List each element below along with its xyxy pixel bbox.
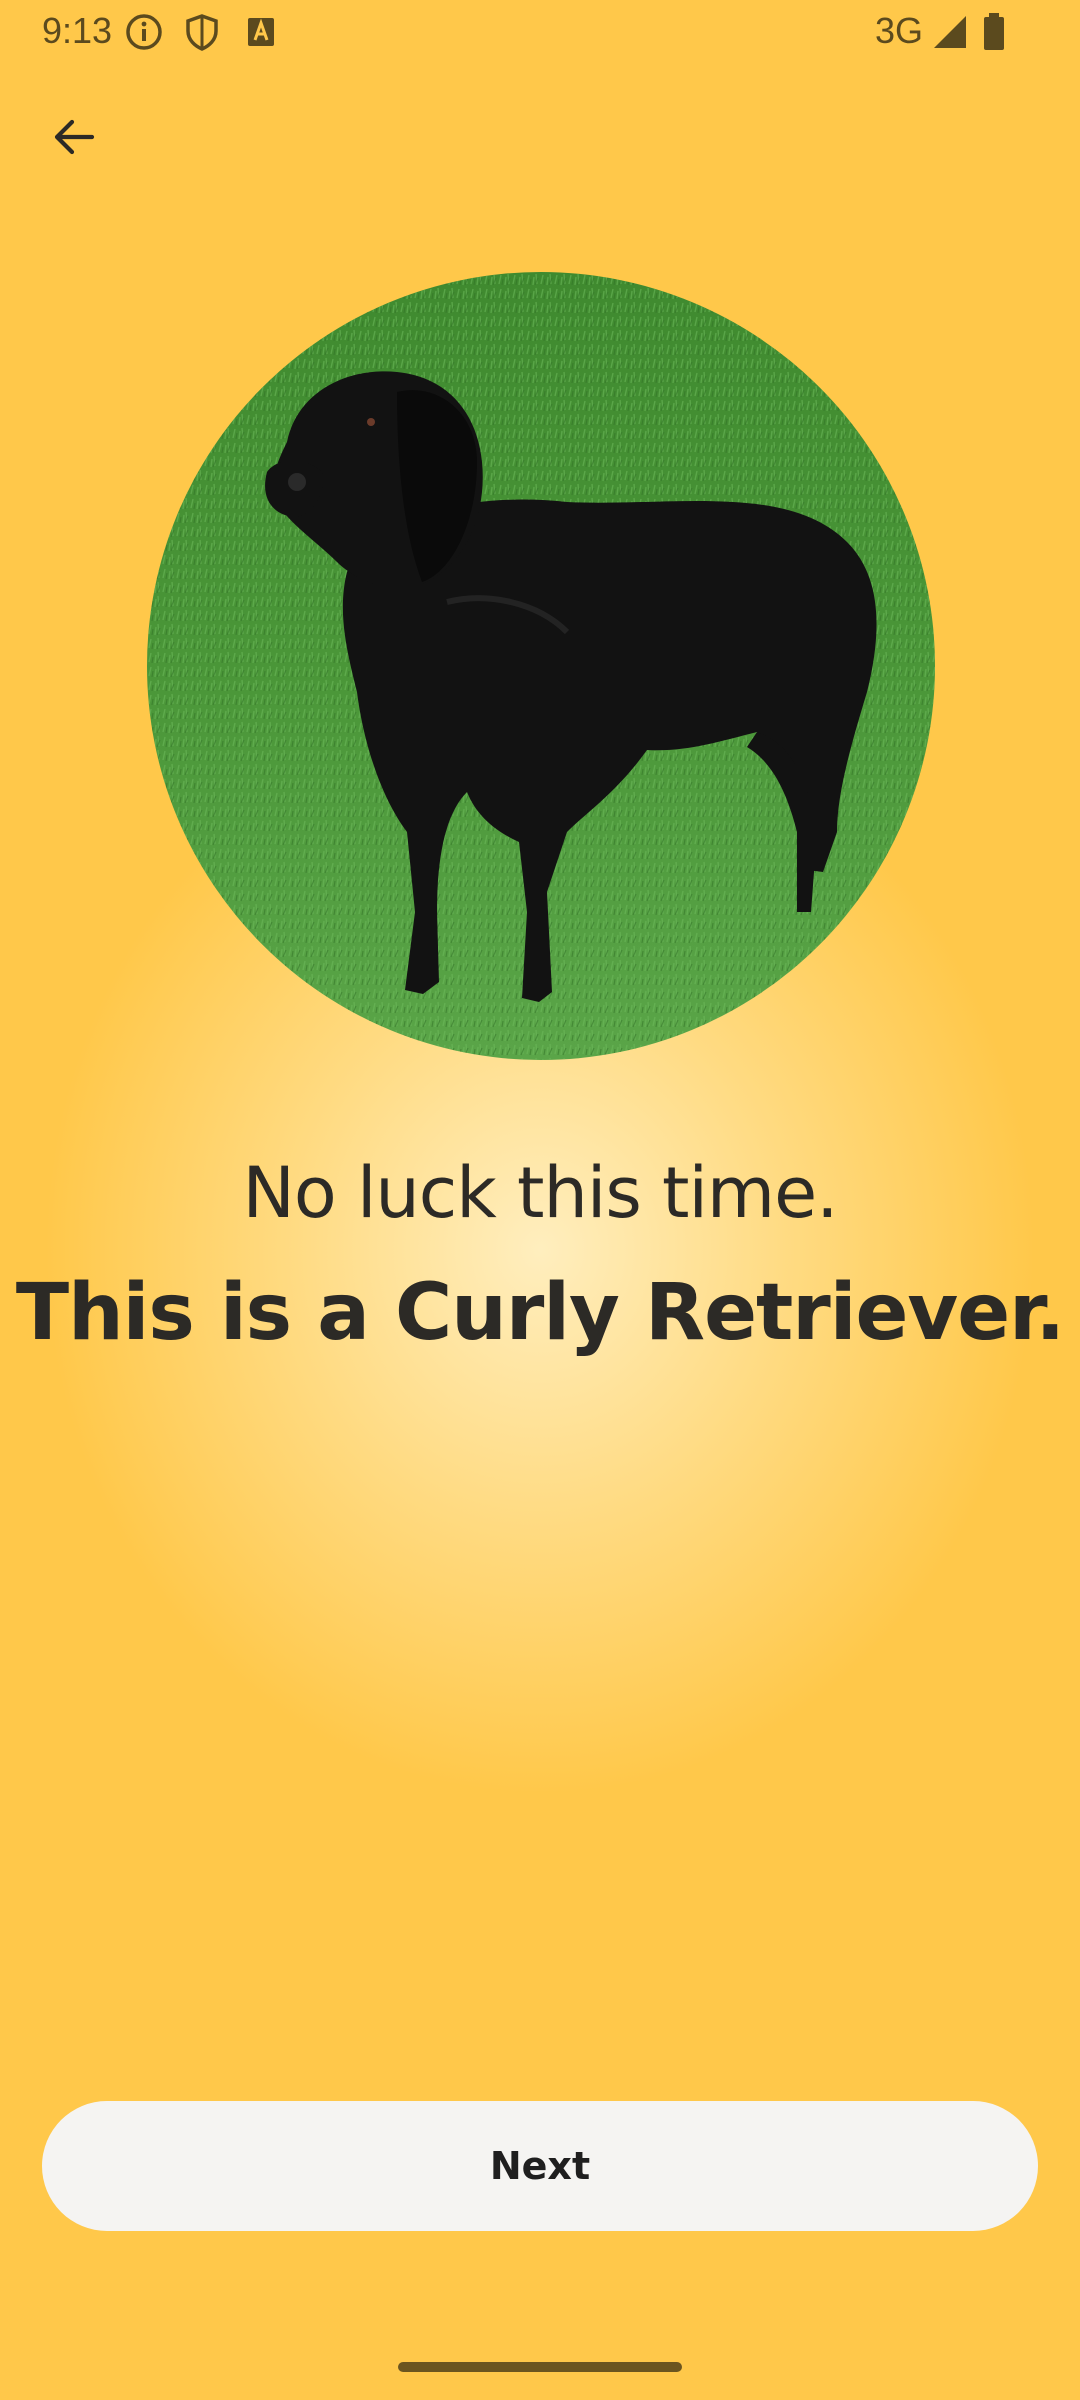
back-button[interactable] [30, 95, 118, 183]
shield-icon [182, 12, 222, 57]
dog-photo [147, 272, 935, 1060]
signal-icon [932, 12, 968, 57]
status-bar: 9:13 3G [0, 0, 1080, 64]
network-type: 3G [875, 10, 924, 51]
result-message: No luck this time. [242, 1152, 839, 1234]
home-indicator[interactable] [398, 2362, 682, 2372]
text-icon [244, 12, 280, 57]
info-icon [124, 12, 164, 57]
status-time: 9:13 [42, 10, 113, 51]
next-button[interactable]: Next [42, 2101, 1038, 2231]
arrow-left-icon [50, 113, 98, 165]
breed-answer: This is a Curly Retriever. [15, 1268, 1065, 1358]
battery-icon [982, 12, 1006, 57]
